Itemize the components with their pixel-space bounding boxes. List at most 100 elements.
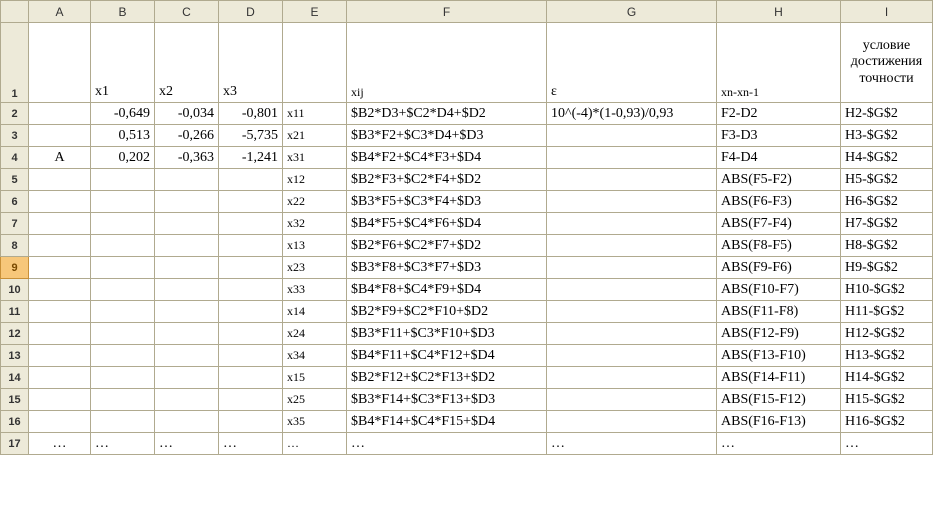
cell[interactable]: ABS(F15-F12) (717, 389, 841, 411)
cell[interactable] (29, 23, 91, 103)
row-header[interactable]: 8 (1, 235, 29, 257)
row-header[interactable]: 12 (1, 323, 29, 345)
cell[interactable] (155, 301, 219, 323)
cell[interactable]: 0,513 (91, 125, 155, 147)
row-header[interactable]: 5 (1, 169, 29, 191)
cell[interactable]: H11-$G$2 (841, 301, 933, 323)
cell[interactable]: H6-$G$2 (841, 191, 933, 213)
corner-cell[interactable] (1, 1, 29, 23)
cell[interactable] (155, 257, 219, 279)
cell[interactable] (29, 367, 91, 389)
cell[interactable]: $B4*F8+$C4*F9+$D4 (347, 279, 547, 301)
cell[interactable] (219, 323, 283, 345)
cell[interactable] (547, 367, 717, 389)
cell[interactable] (155, 345, 219, 367)
col-header-C[interactable]: C (155, 1, 219, 23)
row-header[interactable]: 1 (1, 23, 29, 103)
cell[interactable] (155, 279, 219, 301)
cell[interactable] (91, 257, 155, 279)
cell[interactable]: $B4*F2+$C4*F3+$D4 (347, 147, 547, 169)
cell[interactable]: x1 (91, 23, 155, 103)
cell[interactable] (91, 367, 155, 389)
cell[interactable] (91, 301, 155, 323)
cell[interactable] (547, 411, 717, 433)
cell[interactable]: ABS(F16-F13) (717, 411, 841, 433)
cell[interactable] (219, 389, 283, 411)
cell[interactable]: -0,363 (155, 147, 219, 169)
cell[interactable] (155, 191, 219, 213)
cell[interactable]: … (717, 433, 841, 455)
row-header[interactable]: 4 (1, 147, 29, 169)
cell[interactable]: $B3*F8+$C3*F7+$D3 (347, 257, 547, 279)
col-header-F[interactable]: F (347, 1, 547, 23)
cell[interactable]: -1,241 (219, 147, 283, 169)
cell[interactable]: 0,202 (91, 147, 155, 169)
cell[interactable]: H8-$G$2 (841, 235, 933, 257)
cell[interactable]: ABS(F5-F2) (717, 169, 841, 191)
cell[interactable] (219, 235, 283, 257)
cell[interactable]: ABS(F8-F5) (717, 235, 841, 257)
cell[interactable]: H2-$G$2 (841, 103, 933, 125)
cell[interactable] (155, 411, 219, 433)
cell[interactable]: H12-$G$2 (841, 323, 933, 345)
cell[interactable] (547, 301, 717, 323)
cell[interactable] (547, 191, 717, 213)
col-header-B[interactable]: B (91, 1, 155, 23)
row-header[interactable]: 6 (1, 191, 29, 213)
cell[interactable] (283, 23, 347, 103)
cell[interactable]: ABS(F14-F11) (717, 367, 841, 389)
cell[interactable] (547, 257, 717, 279)
cell[interactable] (155, 389, 219, 411)
cell[interactable] (547, 345, 717, 367)
cell[interactable] (29, 345, 91, 367)
cell[interactable]: -0,649 (91, 103, 155, 125)
cell[interactable]: H15-$G$2 (841, 389, 933, 411)
cell[interactable] (547, 213, 717, 235)
cell[interactable]: ABS(F10-F7) (717, 279, 841, 301)
cell[interactable] (91, 235, 155, 257)
col-header-H[interactable]: H (717, 1, 841, 23)
row-header[interactable]: 11 (1, 301, 29, 323)
cell[interactable]: x14 (283, 301, 347, 323)
cell[interactable]: $B4*F11+$C4*F12+$D4 (347, 345, 547, 367)
cell[interactable]: $B3*F14+$C3*F13+$D3 (347, 389, 547, 411)
row-header[interactable]: 16 (1, 411, 29, 433)
row-header[interactable]: 13 (1, 345, 29, 367)
cell[interactable]: -0,034 (155, 103, 219, 125)
cell[interactable]: x13 (283, 235, 347, 257)
cell[interactable]: x25 (283, 389, 347, 411)
cell[interactable] (219, 345, 283, 367)
cell[interactable]: ε (547, 23, 717, 103)
cell[interactable]: H14-$G$2 (841, 367, 933, 389)
cell[interactable] (29, 191, 91, 213)
cell[interactable] (547, 125, 717, 147)
cell[interactable] (155, 367, 219, 389)
cell[interactable]: ABS(F13-F10) (717, 345, 841, 367)
cell[interactable]: … (219, 433, 283, 455)
cell[interactable]: $B4*F14+$C4*F15+$D4 (347, 411, 547, 433)
col-header-G[interactable]: G (547, 1, 717, 23)
cell[interactable] (219, 213, 283, 235)
cell[interactable]: -0,801 (219, 103, 283, 125)
cell[interactable] (91, 213, 155, 235)
cell[interactable] (219, 367, 283, 389)
row-header[interactable]: 2 (1, 103, 29, 125)
cell[interactable] (29, 257, 91, 279)
cell[interactable] (219, 169, 283, 191)
row-header[interactable]: 14 (1, 367, 29, 389)
cell[interactable] (547, 169, 717, 191)
cell[interactable]: $B2*F12+$C2*F13+$D2 (347, 367, 547, 389)
cell[interactable]: … (29, 433, 91, 455)
cell[interactable] (29, 411, 91, 433)
cell[interactable] (29, 169, 91, 191)
cell[interactable] (91, 389, 155, 411)
cell[interactable]: x33 (283, 279, 347, 301)
cell[interactable] (29, 103, 91, 125)
cell[interactable]: H3-$G$2 (841, 125, 933, 147)
cell[interactable] (29, 125, 91, 147)
cell[interactable]: x24 (283, 323, 347, 345)
cell[interactable] (219, 411, 283, 433)
cell[interactable]: xij (347, 23, 547, 103)
cell[interactable] (91, 169, 155, 191)
cell[interactable]: x23 (283, 257, 347, 279)
